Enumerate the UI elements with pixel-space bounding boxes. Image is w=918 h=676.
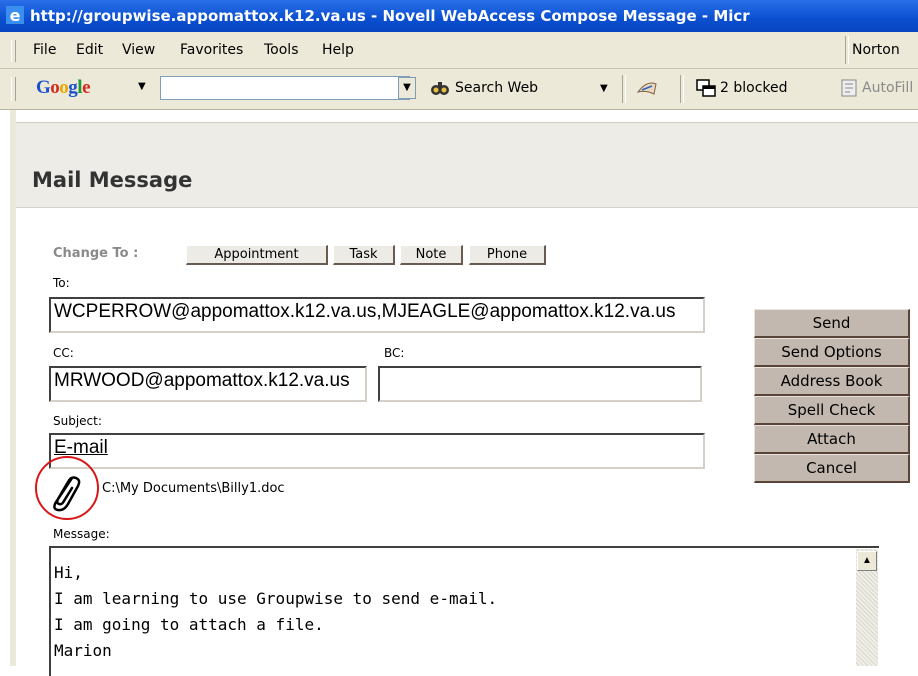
google-search-input[interactable] <box>160 76 410 100</box>
popups-blocked-count[interactable]: 2 blocked <box>720 80 788 96</box>
menu-favorites[interactable]: Favorites <box>180 42 243 58</box>
window-title-bar[interactable]: e http://groupwise.appomattox.k12.va.us … <box>0 0 918 32</box>
bc-label: BC: <box>384 346 405 360</box>
address-book-button[interactable]: Address Book <box>754 367 910 396</box>
menu-help[interactable]: Help <box>322 42 354 58</box>
change-to-label: Change To : <box>53 246 139 261</box>
toolbar-separator <box>680 75 684 103</box>
message-textarea[interactable] <box>49 546 879 676</box>
google-logo-letter: e <box>82 77 90 98</box>
send-button[interactable]: Send <box>754 309 910 338</box>
google-logo-letter: o <box>59 77 69 98</box>
message-line: I am going to attach a file. <box>54 615 324 634</box>
cc-label: CC: <box>53 346 74 360</box>
message-line: I am learning to use Groupwise to send e… <box>54 589 498 608</box>
bc-field[interactable] <box>378 366 702 402</box>
google-logo-letter: g <box>68 77 78 98</box>
chevron-down-icon[interactable]: ▼ <box>138 81 146 92</box>
binoculars-icon[interactable] <box>430 79 450 97</box>
menu-edit[interactable]: Edit <box>76 42 103 58</box>
menu-separator <box>845 36 849 64</box>
paperclip-icon[interactable] <box>46 472 82 512</box>
google-logo-button[interactable]: Google <box>36 77 90 99</box>
change-to-note-button[interactable]: Note <box>400 245 463 265</box>
google-logo-letter: G <box>36 77 51 98</box>
google-toolbar: Google ▼ ▼ Search Web ▼ 2 blocked AutoFi… <box>0 69 918 110</box>
svg-text:e: e <box>10 6 21 24</box>
menu-bar: File Edit View Favorites Tools Help Nort… <box>0 32 918 69</box>
menu-tools[interactable]: Tools <box>264 42 299 58</box>
attachment-file-path[interactable]: C:\My Documents\Billy1.doc <box>102 481 285 496</box>
menu-view[interactable]: View <box>122 42 155 58</box>
attach-button[interactable]: Attach <box>754 425 910 454</box>
to-field[interactable]: WCPERROW@appomattox.k12.va.us,MJEAGLE@ap… <box>49 297 705 333</box>
send-options-button[interactable]: Send Options <box>754 338 910 367</box>
change-to-phone-button[interactable]: Phone <box>469 245 546 265</box>
scroll-up-arrow-icon[interactable]: ▲ <box>857 551 877 571</box>
search-web-button[interactable]: Search Web <box>455 80 538 96</box>
change-to-task-button[interactable]: Task <box>333 245 395 265</box>
toolbar-separator <box>622 75 626 103</box>
message-line: Marion <box>54 641 112 660</box>
page-title: Mail Message <box>32 168 193 192</box>
norton-toolbar-button[interactable]: Norton <box>852 42 900 58</box>
autofill-icon[interactable] <box>840 79 858 97</box>
chevron-down-icon[interactable]: ▼ <box>600 83 608 94</box>
spell-check-button[interactable]: Spell Check <box>754 396 910 425</box>
subject-value: E-mail <box>54 437 108 458</box>
search-history-dropdown[interactable]: ▼ <box>398 77 416 99</box>
message-label: Message: <box>53 527 110 541</box>
toolbar-grip[interactable] <box>11 77 16 101</box>
ie-icon: e <box>6 6 24 24</box>
subject-label: Subject: <box>53 414 102 428</box>
subject-field[interactable]: E-mail <box>49 433 705 469</box>
menu-file[interactable]: File <box>33 42 56 58</box>
window-title: http://groupwise.appomattox.k12.va.us - … <box>30 7 750 25</box>
cc-field[interactable]: MRWOOD@appomattox.k12.va.us <box>49 366 367 402</box>
to-label: To: <box>53 276 70 290</box>
page-header <box>16 122 918 208</box>
message-line: Hi, <box>54 563 83 582</box>
google-logo-letter: o <box>50 77 60 98</box>
cancel-button[interactable]: Cancel <box>754 454 910 483</box>
toolbar-grip[interactable] <box>11 40 16 62</box>
autofill-button[interactable]: AutoFill <box>862 80 913 96</box>
news-icon[interactable] <box>636 78 658 98</box>
popup-blocker-icon[interactable] <box>696 79 716 97</box>
change-to-appointment-button[interactable]: Appointment <box>186 245 328 265</box>
